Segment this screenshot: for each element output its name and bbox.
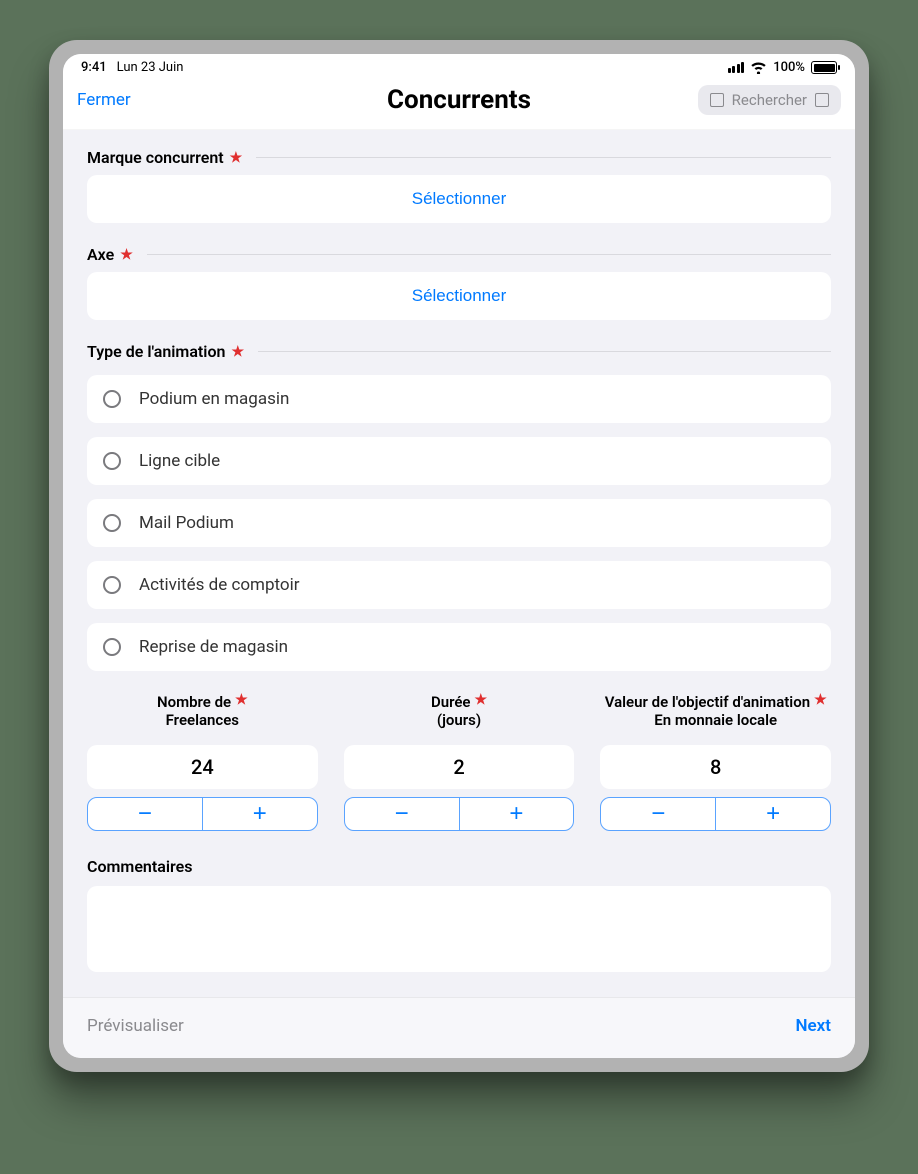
footer-bar: Prévisualiser Next	[63, 997, 855, 1058]
axis-label-text: Axe	[87, 245, 114, 264]
radio-icon	[103, 452, 121, 470]
duration-label-line1: Durée	[431, 693, 471, 711]
objective-stepper: − +	[600, 797, 831, 831]
brand-select-button[interactable]: Sélectionner	[87, 175, 831, 223]
animtype-label: Type de l'animation ★	[87, 342, 831, 361]
radio-icon	[103, 390, 121, 408]
objective-minus-button[interactable]: −	[601, 798, 715, 830]
comments-label: Commentaires	[87, 857, 831, 876]
duration-minus-button[interactable]: −	[345, 798, 459, 830]
brand-label-text: Marque concurrent	[87, 148, 224, 167]
objective-plus-button[interactable]: +	[715, 798, 830, 830]
close-button[interactable]: Fermer	[77, 90, 131, 110]
freelances-value[interactable]: 24	[87, 745, 318, 789]
animtype-label-text: Type de l'animation	[87, 342, 225, 361]
next-button[interactable]: Next	[796, 1016, 832, 1036]
numeric-fields-row: Nombre de ★ Freelances 24 − + Durée	[87, 693, 831, 831]
freelances-field: Nombre de ★ Freelances 24 − +	[87, 693, 318, 831]
screen: 9:41 Lun 23 Juin 100% Fermer Concurrents…	[63, 54, 855, 1058]
freelances-label-line1: Nombre de	[157, 693, 231, 711]
duration-value[interactable]: 2	[344, 745, 575, 789]
freelances-plus-button[interactable]: +	[202, 798, 317, 830]
duration-plus-button[interactable]: +	[459, 798, 574, 830]
required-star-icon: ★	[231, 345, 244, 359]
freelances-label-line2: Freelances	[157, 711, 248, 729]
device-frame: 9:41 Lun 23 Juin 100% Fermer Concurrents…	[49, 40, 869, 1072]
search-placeholder: Rechercher	[732, 91, 807, 109]
comments-textarea[interactable]	[87, 886, 831, 972]
objective-label-line2: En monnaie locale	[605, 711, 827, 729]
preview-button[interactable]: Prévisualiser	[87, 1016, 184, 1036]
freelances-stepper: − +	[87, 797, 318, 831]
status-bar: 9:41 Lun 23 Juin 100%	[63, 54, 855, 77]
objective-field: Valeur de l'objectif d'animation ★ En mo…	[600, 693, 831, 831]
axis-select-button[interactable]: Sélectionner	[87, 272, 831, 320]
required-star-icon: ★	[120, 248, 133, 262]
freelances-minus-button[interactable]: −	[88, 798, 202, 830]
status-time: 9:41	[81, 60, 107, 75]
radio-label: Reprise de magasin	[139, 637, 288, 657]
radio-icon	[103, 576, 121, 594]
radio-label: Activités de comptoir	[139, 575, 299, 595]
radio-icon	[103, 514, 121, 532]
nav-bar: Fermer Concurrents Rechercher	[63, 77, 855, 130]
search-field[interactable]: Rechercher	[698, 85, 841, 115]
required-star-icon: ★	[475, 693, 488, 707]
required-star-icon: ★	[235, 693, 248, 707]
animtype-options: Podium en magasin Ligne cible Mail Podiu…	[87, 375, 831, 671]
duration-label-line2: (jours)	[431, 711, 487, 729]
radio-option-reprise-magasin[interactable]: Reprise de magasin	[87, 623, 831, 671]
battery-icon	[811, 61, 837, 74]
required-star-icon: ★	[814, 693, 827, 707]
radio-option-podium-magasin[interactable]: Podium en magasin	[87, 375, 831, 423]
wifi-icon	[750, 62, 767, 74]
radio-option-ligne-cible[interactable]: Ligne cible	[87, 437, 831, 485]
radio-label: Ligne cible	[139, 451, 220, 471]
radio-option-activites-comptoir[interactable]: Activités de comptoir	[87, 561, 831, 609]
battery-pct: 100%	[773, 60, 805, 75]
radio-label: Podium en magasin	[139, 389, 289, 409]
duration-stepper: − +	[344, 797, 575, 831]
axis-label: Axe ★	[87, 245, 831, 264]
signal-icon	[728, 62, 745, 73]
objective-value[interactable]: 8	[600, 745, 831, 789]
required-star-icon: ★	[230, 151, 243, 165]
duration-field: Durée ★ (jours) 2 − +	[344, 693, 575, 831]
radio-icon	[103, 638, 121, 656]
objective-label-line1: Valeur de l'objectif d'animation	[605, 693, 810, 711]
form-content: Marque concurrent ★ Sélectionner Axe ★ S…	[63, 130, 855, 997]
radio-label: Mail Podium	[139, 513, 234, 533]
status-date: Lun 23 Juin	[117, 60, 184, 75]
radio-option-mail-podium[interactable]: Mail Podium	[87, 499, 831, 547]
brand-label: Marque concurrent ★	[87, 148, 831, 167]
search-trailing-icon	[815, 93, 829, 107]
search-leading-icon	[710, 93, 724, 107]
